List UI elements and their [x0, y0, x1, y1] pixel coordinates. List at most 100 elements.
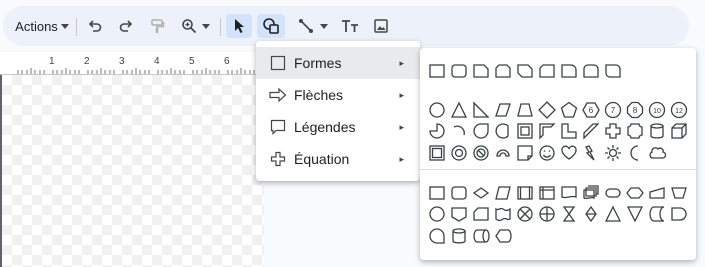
menu-item-equation[interactable]: Équation ▸: [256, 143, 420, 175]
fc-multi-shape-icon[interactable]: [582, 184, 600, 202]
fc-term-shape-icon[interactable]: [604, 184, 622, 202]
fc-dec-shape-icon[interactable]: [472, 184, 490, 202]
circle-shape-icon[interactable]: [428, 101, 446, 119]
para-shape-icon[interactable]: [494, 101, 512, 119]
rect-shape-icon[interactable]: [428, 184, 446, 202]
redo-button[interactable]: [114, 14, 138, 38]
fc-card-shape-icon[interactable]: [472, 205, 490, 223]
fc-pre-shape-icon[interactable]: [516, 184, 534, 202]
shapes-submenu: 6 7 8 10 12: [420, 48, 696, 260]
plaque-shape-icon[interactable]: [626, 122, 644, 140]
smiley-shape-icon[interactable]: [538, 144, 556, 162]
rrect-shape-icon[interactable]: [450, 62, 468, 80]
paint-format-button[interactable]: [145, 14, 169, 38]
diag-shape-icon[interactable]: [582, 122, 600, 140]
trap-shape-icon[interactable]: [516, 101, 534, 119]
submenu-arrow-icon: ▸: [399, 89, 404, 100]
fc-prep-shape-icon[interactable]: [626, 184, 644, 202]
bevel-shape-icon[interactable]: [428, 144, 446, 162]
drawing-canvas[interactable]: [0, 75, 264, 267]
rtri-shape-icon[interactable]: [472, 101, 490, 119]
pie-shape-icon[interactable]: [428, 122, 446, 140]
zoom-button[interactable]: [177, 14, 213, 38]
n7-shape-icon[interactable]: 7: [604, 101, 622, 119]
rrect-shape-icon[interactable]: [450, 184, 468, 202]
menu-item-fleches[interactable]: Flèches ▸: [256, 79, 420, 111]
fc-man-shape-icon[interactable]: [648, 184, 666, 202]
chord-shape-icon[interactable]: [494, 122, 512, 140]
fc-disp-shape-icon[interactable]: [494, 227, 512, 245]
shape-tool-button[interactable]: [257, 14, 285, 38]
fc-sort-shape-icon[interactable]: [582, 205, 600, 223]
dropdown-caret-icon: [60, 23, 69, 29]
heart-shape-icon[interactable]: [560, 144, 578, 162]
ruler-number: 2: [84, 56, 90, 67]
fc-data-shape-icon[interactable]: [494, 184, 512, 202]
fc-col-shape-icon[interactable]: [560, 205, 578, 223]
nosym-shape-icon[interactable]: [472, 144, 490, 162]
pent-shape-icon[interactable]: [560, 101, 578, 119]
n12-shape-icon[interactable]: 12: [670, 101, 688, 119]
diamond-shape-icon[interactable]: [538, 101, 556, 119]
snip2-shape-icon[interactable]: [494, 62, 512, 80]
snipr-shape-icon[interactable]: [538, 62, 556, 80]
round1-shape-icon[interactable]: [560, 62, 578, 80]
bolt-shape-icon[interactable]: [582, 144, 600, 162]
fc-sum-shape-icon[interactable]: [516, 205, 534, 223]
fc-seq-shape-icon[interactable]: [428, 227, 446, 245]
ruler-number: 3: [119, 56, 125, 67]
halfframe-shape-icon[interactable]: [538, 122, 556, 140]
snipd-shape-icon[interactable]: [516, 62, 534, 80]
block-shape-icon[interactable]: [494, 144, 512, 162]
tri-shape-icon[interactable]: [450, 101, 468, 119]
lshape-shape-icon[interactable]: [560, 122, 578, 140]
rect-shape-icon[interactable]: [428, 62, 446, 80]
paint-format-icon: [151, 19, 165, 33]
fc-doc-shape-icon[interactable]: [560, 184, 578, 202]
arc-shape-icon[interactable]: [450, 122, 468, 140]
svg-text:7: 7: [611, 106, 616, 115]
n10-shape-icon[interactable]: 10: [648, 101, 666, 119]
frame-shape-icon[interactable]: [516, 122, 534, 140]
donut-shape-icon[interactable]: [450, 144, 468, 162]
sun-shape-icon[interactable]: [604, 144, 622, 162]
fc-conn-shape-icon[interactable]: [428, 205, 446, 223]
fc-off-shape-icon[interactable]: [450, 205, 468, 223]
can-shape-icon[interactable]: [648, 122, 666, 140]
text-box-button[interactable]: [338, 14, 362, 38]
fc-tape-shape-icon[interactable]: [494, 205, 512, 223]
fc-op-shape-icon[interactable]: [670, 184, 688, 202]
line-tool-button[interactable]: [294, 14, 332, 38]
ruler-ticks: [17, 68, 255, 74]
menu-item-formes[interactable]: Formes ▸: [256, 47, 420, 79]
fc-stor-shape-icon[interactable]: [648, 205, 666, 223]
moon-shape-icon[interactable]: [626, 144, 644, 162]
insert-image-button[interactable]: [369, 14, 393, 38]
n6-shape-icon[interactable]: 6: [582, 101, 600, 119]
fc-mer-shape-icon[interactable]: [626, 205, 644, 223]
fc-mag-shape-icon[interactable]: [450, 227, 468, 245]
cloud-shape-icon[interactable]: [648, 144, 666, 162]
menu-item-label: Légendes: [294, 119, 356, 135]
select-tool-button[interactable]: [226, 14, 252, 38]
fc-int-shape-icon[interactable]: [538, 184, 556, 202]
fc-delay-shape-icon[interactable]: [670, 205, 688, 223]
cross-shape-icon[interactable]: [604, 122, 622, 140]
n8-shape-icon[interactable]: 8: [626, 101, 644, 119]
fc-disk-shape-icon[interactable]: [472, 227, 490, 245]
snip1-shape-icon[interactable]: [472, 62, 490, 80]
cube-shape-icon[interactable]: [670, 122, 688, 140]
menu-item-legendes[interactable]: Légendes ▸: [256, 111, 420, 143]
submenu-arrow-icon: ▸: [399, 153, 404, 164]
fc-ext-shape-icon[interactable]: [604, 205, 622, 223]
fold-shape-icon[interactable]: [516, 144, 534, 162]
line-icon: [299, 19, 313, 33]
roundd-shape-icon[interactable]: [604, 62, 622, 80]
submenu-arrow-icon: ▸: [399, 57, 404, 68]
round2-shape-icon[interactable]: [582, 62, 600, 80]
undo-button[interactable]: [83, 14, 107, 38]
insert-shape-menu: Formes ▸ Flèches ▸ Légendes ▸ Équation ▸: [256, 41, 420, 181]
tear-shape-icon[interactable]: [472, 122, 490, 140]
fc-or-shape-icon[interactable]: [538, 205, 556, 223]
actions-menu-button[interactable]: Actions: [13, 14, 71, 38]
